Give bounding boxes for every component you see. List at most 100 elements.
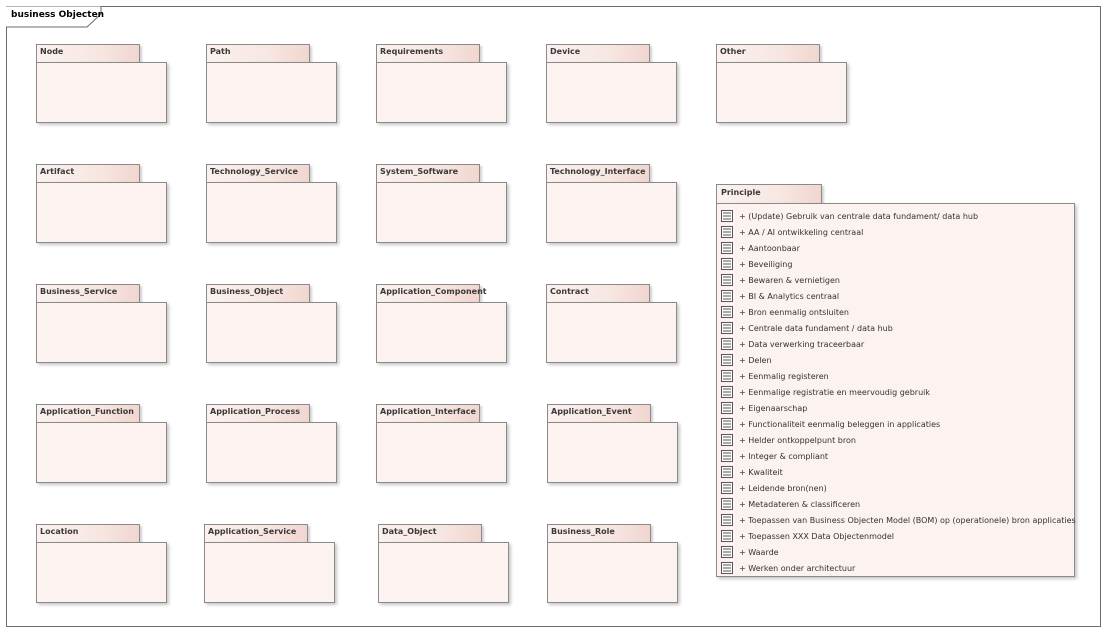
package-label: Principle [721,188,761,197]
package-label: Business_Service [40,287,118,296]
principle-element-icon [721,258,733,270]
principle-item[interactable]: + Aantoonbaar [721,240,1072,256]
principle-item-label: + AA / AI ontwikkeling centraal [739,227,864,237]
package-label: Path [210,47,231,56]
package-application-component[interactable]: Application_Component [376,284,507,365]
package-body [36,422,167,483]
principle-item[interactable]: + Kwaliteit [721,464,1072,480]
principle-item-label: + Delen [739,355,772,365]
package-label: System_Software [380,167,459,176]
principle-element-icon [721,290,733,302]
principle-item-label: + Centrale data fundament / data hub [739,323,893,333]
principle-item[interactable]: + Centrale data fundament / data hub [721,320,1072,336]
package-other[interactable]: Other [716,44,847,125]
principle-item[interactable]: + Functionaliteit eenmalig beleggen in a… [721,416,1072,432]
package-body [376,182,507,243]
package-application-function[interactable]: Application_Function [36,404,167,485]
package-location[interactable]: Location [36,524,167,605]
package-label: Technology_Interface [550,167,646,176]
package-label: Application_Interface [380,407,476,416]
principle-item-label: + Werken onder architectuur [739,563,856,573]
package-body [376,62,507,123]
principle-item[interactable]: + Toepassen van Business Objecten Model … [721,512,1076,528]
package-application-process[interactable]: Application_Process [206,404,337,485]
principle-element-icon [721,402,733,414]
principle-item-label: + Integer & compliant [739,451,829,461]
principle-item[interactable]: + Leidende bron(nen) [721,480,1072,496]
package-data-object[interactable]: Data_Object [378,524,509,605]
principle-item-label: + Bewaren & vernietigen [739,275,840,285]
package-contract[interactable]: Contract [546,284,677,365]
principle-package[interactable]: Principle + (Update) Gebruik van central… [716,184,1076,579]
principle-item-label: + Helder ontkoppelpunt bron [739,435,856,445]
principle-element-icon [721,322,733,334]
principle-element-icon [721,386,733,398]
package-label: Business_Role [551,527,615,536]
package-business-role[interactable]: Business_Role [547,524,678,605]
principle-item[interactable]: + Toepassen XXX Data Objectenmodel [721,528,1072,544]
package-body [378,542,509,603]
package-requirements[interactable]: Requirements [376,44,507,125]
package-body [716,62,847,123]
principle-item-label: + Aantoonbaar [739,243,800,253]
principle-element-icon [721,482,733,494]
package-body [546,182,677,243]
principle-element-icon [721,242,733,254]
principle-item-label: + Toepassen van Business Objecten Model … [739,515,1076,525]
package-application-interface[interactable]: Application_Interface [376,404,507,485]
package-business-service[interactable]: Business_Service [36,284,167,365]
principle-item[interactable]: + Bron eenmalig ontsluiten [721,304,1072,320]
principle-item[interactable]: + BI & Analytics centraal [721,288,1072,304]
package-body [36,542,167,603]
principle-item[interactable]: + Werken onder architectuur [721,560,1072,576]
package-application-event[interactable]: Application_Event [547,404,678,485]
package-artifact[interactable]: Artifact [36,164,167,245]
principle-item-label: + BI & Analytics centraal [739,291,840,301]
package-body [376,302,507,363]
principle-list: + (Update) Gebruik van centrale data fun… [721,208,1076,576]
principle-item[interactable]: + Data verwerking traceerbaar [721,336,1072,352]
principle-item-label: + Leidende bron(nen) [739,483,827,493]
principle-item[interactable]: + Eigenaarschap [721,400,1072,416]
package-technology-service[interactable]: Technology_Service [206,164,337,245]
principle-item[interactable]: + Delen [721,352,1072,368]
package-device[interactable]: Device [546,44,677,125]
principle-item-label: + Data verwerking traceerbaar [739,339,865,349]
package-technology-interface[interactable]: Technology_Interface [546,164,677,245]
package-body [206,422,337,483]
principle-item[interactable]: + Bewaren & vernietigen [721,272,1072,288]
principle-item[interactable]: + Beveiliging [721,256,1072,272]
principle-item[interactable]: + Metadateren & classificeren [721,496,1072,512]
package-label: Location [40,527,79,536]
principle-item-label: + (Update) Gebruik van centrale data fun… [739,211,979,221]
principle-item[interactable]: + Helder ontkoppelpunt bron [721,432,1072,448]
package-body [206,62,337,123]
package-label: Node [40,47,64,56]
principle-item[interactable]: + Integer & compliant [721,448,1072,464]
principle-element-icon [721,546,733,558]
principle-item-label: + Beveiliging [739,259,793,269]
principle-element-icon [721,210,733,222]
package-label: Contract [550,287,589,296]
principle-item[interactable]: + Waarde [721,544,1072,560]
package-application-service[interactable]: Application_Service [204,524,335,605]
package-label: Application_Event [551,407,632,416]
principle-element-icon [721,498,733,510]
principle-item[interactable]: + Eenmalige registratie en meervoudig ge… [721,384,1072,400]
package-path[interactable]: Path [206,44,337,125]
package-label: Artifact [40,167,75,176]
package-business-object[interactable]: Business_Object [206,284,337,365]
principle-element-icon [721,226,733,238]
package-label: Other [720,47,746,56]
package-system-software[interactable]: System_Software [376,164,507,245]
principle-item[interactable]: + Eenmalig registeren [721,368,1072,384]
principle-element-icon [721,418,733,430]
principle-item-label: + Eenmalige registratie en meervoudig ge… [739,387,931,397]
principle-item[interactable]: + AA / AI ontwikkeling centraal [721,224,1072,240]
principle-item-label: + Waarde [739,547,779,557]
principle-element-icon [721,338,733,350]
package-body [206,302,337,363]
package-node[interactable]: Node [36,44,167,125]
principle-item[interactable]: + (Update) Gebruik van centrale data fun… [721,208,1072,224]
package-body: + (Update) Gebruik van centrale data fun… [716,203,1076,577]
